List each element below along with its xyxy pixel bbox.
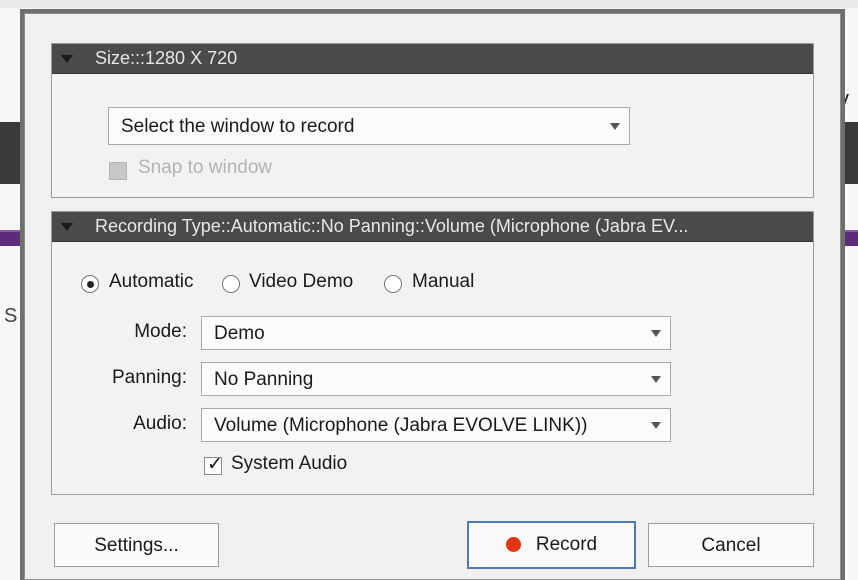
chevron-down-icon xyxy=(651,376,661,383)
panning-dropdown[interactable]: No Panning xyxy=(201,362,671,396)
checkmark-icon: ✓ xyxy=(207,454,223,475)
radio-video-demo[interactable] xyxy=(222,275,240,293)
audio-label: Audio: xyxy=(133,413,187,434)
recording-dialog: Size:::1280 X 720 Select the window to r… xyxy=(24,13,841,580)
radio-manual-label: Manual xyxy=(412,271,475,292)
radio-manual[interactable] xyxy=(384,275,402,293)
size-panel: Size:::1280 X 720 Select the window to r… xyxy=(51,43,814,198)
collapse-triangle-icon[interactable] xyxy=(61,223,73,231)
mode-label: Mode: xyxy=(134,321,187,342)
mode-value: Demo xyxy=(214,323,265,344)
radio-automatic[interactable] xyxy=(81,275,99,293)
panning-label: Panning: xyxy=(111,367,187,388)
chevron-down-icon xyxy=(610,123,620,130)
recording-type-panel: Recording Type::Automatic::No Panning::V… xyxy=(51,211,814,495)
mode-dropdown[interactable]: Demo xyxy=(201,316,671,350)
cancel-button-label: Cancel xyxy=(701,535,761,556)
record-button[interactable]: Record xyxy=(467,521,636,569)
recording-type-title: Recording Type::Automatic::No Panning::V… xyxy=(95,216,689,236)
snap-to-window-checkbox[interactable] xyxy=(109,162,127,180)
background-top-bar xyxy=(0,0,858,8)
recording-type-panel-header[interactable]: Recording Type::Automatic::No Panning::V… xyxy=(52,212,813,242)
record-button-label: Record xyxy=(535,534,598,555)
background-letter-fragment: S xyxy=(4,305,18,327)
radio-automatic-label: Automatic xyxy=(109,271,194,292)
size-panel-header[interactable]: Size:::1280 X 720 xyxy=(52,44,813,74)
system-audio-checkbox[interactable]: ✓ xyxy=(204,454,223,475)
size-panel-title: Size:::1280 X 720 xyxy=(95,48,238,68)
audio-value: Volume (Microphone (Jabra EVOLVE LINK)) xyxy=(214,415,588,436)
settings-button-label: Settings... xyxy=(94,535,179,556)
audio-dropdown[interactable]: Volume (Microphone (Jabra EVOLVE LINK)) xyxy=(201,408,671,442)
record-dot-icon xyxy=(505,537,521,552)
snap-to-window-label: Snap to window xyxy=(138,157,273,178)
window-select-dropdown[interactable]: Select the window to record xyxy=(108,107,630,145)
chevron-down-icon xyxy=(651,330,661,337)
radio-selected-dot xyxy=(87,281,94,288)
chevron-down-icon xyxy=(651,422,661,429)
settings-button[interactable]: Settings... xyxy=(54,523,219,567)
collapse-triangle-icon[interactable] xyxy=(61,55,73,63)
radio-video-demo-label: Video Demo xyxy=(249,271,354,292)
window-select-value: Select the window to record xyxy=(121,116,355,137)
system-audio-label: System Audio xyxy=(231,453,348,474)
cancel-button[interactable]: Cancel xyxy=(648,523,814,567)
panning-value: No Panning xyxy=(214,369,314,390)
